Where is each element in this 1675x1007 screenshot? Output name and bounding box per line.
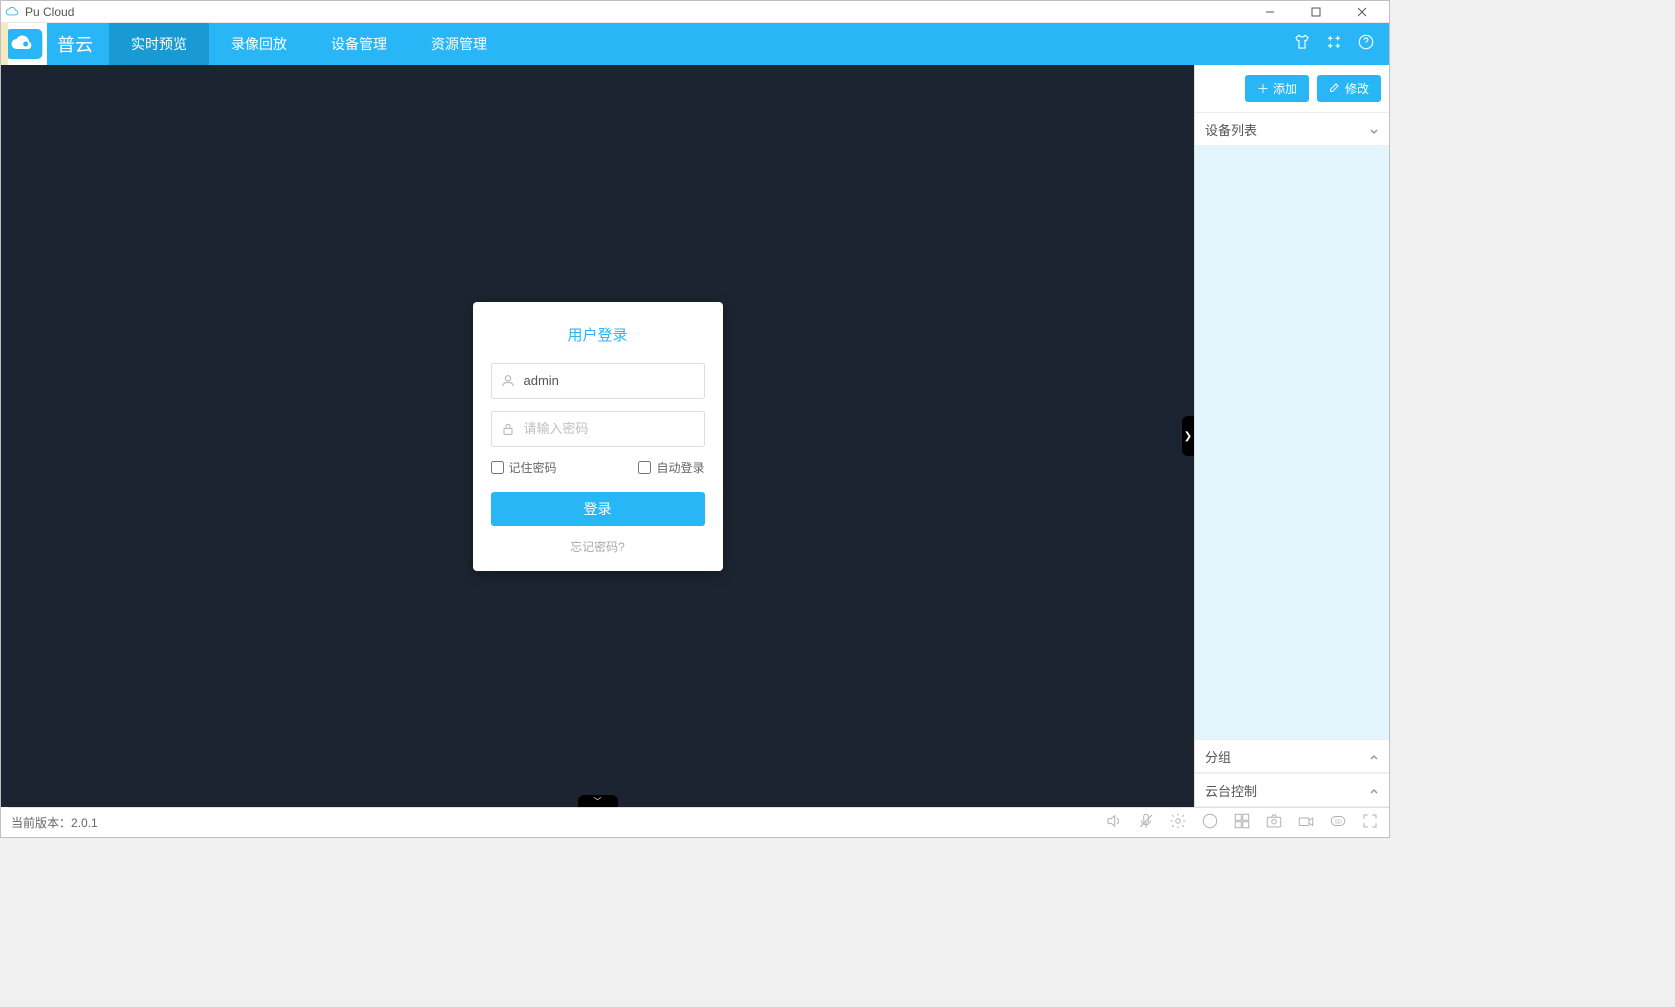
remember-password-checkbox[interactable]: 记住密码 [491,459,557,476]
password-input[interactable] [524,421,700,436]
remember-password-input[interactable] [491,461,504,474]
window-controls [1247,1,1385,23]
chevron-up-icon [1369,751,1379,761]
add-button[interactable]: ＋ 添加 [1245,75,1309,102]
right-panel-footer: 分组 云台控制 [1195,739,1389,807]
camera-icon[interactable] [1297,812,1315,833]
status-bar: 当前版本： 2.0.1 SD [1,807,1389,837]
plus-icon: ＋ [1257,80,1269,97]
login-title: 用户登录 [491,324,705,345]
auto-login-checkbox[interactable]: 自动登录 [638,459,704,476]
bottom-expand-handle[interactable]: ﹀ [578,795,618,807]
layout-icon[interactable] [1233,812,1251,833]
group-header[interactable]: 分组 [1195,739,1389,773]
ptz-header-label: 云台控制 [1205,781,1257,800]
chevron-up-icon [1369,785,1379,795]
auto-login-label: 自动登录 [656,459,704,476]
device-list-body [1195,146,1389,739]
auto-login-input[interactable] [638,461,651,474]
edit-button-label: 修改 [1345,80,1369,97]
edit-button[interactable]: 修改 [1317,75,1381,102]
forgot-password-link[interactable]: 忘记密码? [491,538,705,555]
fullscreen-icon[interactable] [1361,812,1379,833]
topnav-right [1293,23,1389,65]
window-title: Pu Cloud [25,5,74,19]
user-icon [500,373,516,389]
nav-tabs: 实时预览 录像回放 设备管理 资源管理 [109,23,509,65]
right-panel: ＋ 添加 修改 设备列表 分组 云台控制 [1194,65,1389,807]
login-options: 记住密码 自动登录 [491,459,705,476]
app-window: Pu Cloud 普云 实时预览 录像回放 设备管理 资源管理 用户登 [0,0,1390,838]
tab-device-mgmt[interactable]: 设备管理 [309,23,409,65]
video-viewport: 用户登录 记住密码 自动登录 [1,65,1194,807]
version-value: 2.0.1 [71,816,98,830]
lock-icon [500,421,516,437]
chevron-down-icon [1369,124,1379,134]
device-list-header-label: 设备列表 [1205,120,1257,139]
username-input[interactable] [524,373,700,388]
record-icon[interactable] [1201,812,1219,833]
right-expand-handle[interactable]: ❯ [1182,416,1194,456]
mic-icon[interactable] [1137,812,1155,833]
tab-resource-mgmt[interactable]: 资源管理 [409,23,509,65]
edit-icon [1329,81,1341,96]
device-list-header[interactable]: 设备列表 [1195,112,1389,146]
close-button[interactable] [1339,1,1385,23]
settings-icon[interactable] [1169,812,1187,833]
titlebar: Pu Cloud [1,1,1389,23]
version-label: 当前版本： [11,814,71,831]
right-panel-actions: ＋ 添加 修改 [1195,65,1389,112]
username-field-wrap [491,363,705,399]
snapshot-icon[interactable] [1265,812,1283,833]
password-field-wrap [491,411,705,447]
add-button-label: 添加 [1273,80,1297,97]
tab-playback[interactable]: 录像回放 [209,23,309,65]
group-header-label: 分组 [1205,747,1231,766]
tab-realtime-preview[interactable]: 实时预览 [109,23,209,65]
quality-icon[interactable]: SD [1329,812,1347,833]
login-dialog: 用户登录 记住密码 自动登录 [473,302,723,571]
maximize-button[interactable] [1293,1,1339,23]
remember-password-label: 记住密码 [509,459,557,476]
svg-text:SD: SD [1334,819,1342,825]
app-cloud-icon [5,5,19,19]
ptz-header[interactable]: 云台控制 [1195,773,1389,807]
help-icon[interactable] [1357,33,1375,56]
volume-icon[interactable] [1105,812,1123,833]
top-nav: 普云 实时预览 录像回放 设备管理 资源管理 [1,23,1389,65]
brand-name: 普云 [47,23,109,65]
login-button[interactable]: 登录 [491,492,705,526]
shortcut-icon[interactable] [1325,33,1343,56]
app-body: 用户登录 记住密码 自动登录 [1,65,1389,807]
statusbar-icons: SD [1105,812,1379,833]
minimize-button[interactable] [1247,1,1293,23]
skin-icon[interactable] [1293,33,1311,56]
